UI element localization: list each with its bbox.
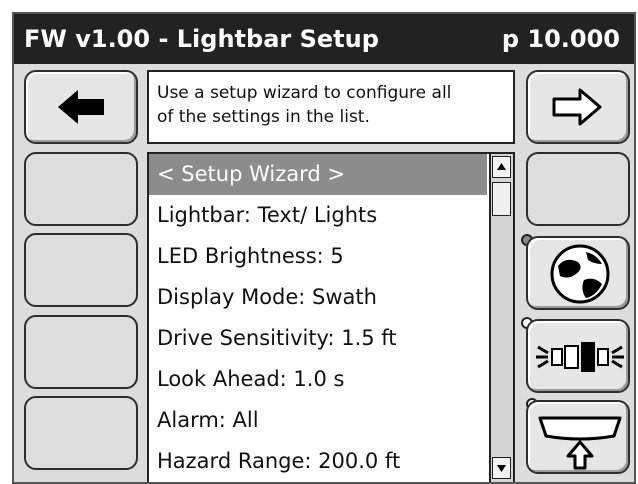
- triangle-up-icon: [497, 163, 506, 170]
- back-button[interactable]: [24, 70, 138, 144]
- list-item[interactable]: Display Mode: Swath: [149, 277, 487, 318]
- triangle-down-icon: [497, 465, 506, 472]
- page-number: p 10.000: [501, 25, 620, 53]
- page-title: FW v1.00 - Lightbar Setup: [24, 25, 379, 53]
- soft-key-left-4[interactable]: [24, 396, 138, 470]
- forward-button[interactable]: [526, 70, 630, 144]
- soft-key-left-2[interactable]: [24, 233, 138, 307]
- map-button[interactable]: [526, 236, 630, 310]
- soft-key-left-1[interactable]: [24, 152, 138, 226]
- upload-button[interactable]: [526, 400, 630, 474]
- list-item[interactable]: Look Ahead: 1.0 s: [149, 359, 487, 400]
- list-item[interactable]: LED Brightness: 5: [149, 236, 487, 277]
- soft-key-right-1[interactable]: [526, 152, 630, 226]
- list-item[interactable]: < Setup Wizard >: [149, 154, 487, 195]
- help-text: Use a setup wizard to configure all of t…: [147, 70, 515, 144]
- title-bar: FW v1.00 - Lightbar Setup p 10.000: [14, 14, 634, 64]
- list-item[interactable]: Lightbar: Text/ Lights: [149, 195, 487, 236]
- device-screen: FW v1.00 - Lightbar Setup p 10.000 Use a…: [12, 12, 636, 484]
- soft-key-left-3[interactable]: [24, 315, 138, 389]
- scroll-thumb[interactable]: [492, 182, 511, 216]
- list-item[interactable]: Alarm: All: [149, 400, 487, 441]
- scroll-up-button[interactable]: [492, 156, 511, 178]
- list-item[interactable]: Drive Sensitivity: 1.5 ft: [149, 318, 487, 359]
- settings-list[interactable]: < Setup Wizard > Lightbar: Text/ Lights …: [147, 152, 515, 482]
- scroll-down-button[interactable]: [492, 457, 511, 479]
- lightbar-button[interactable]: [526, 319, 630, 393]
- list-item[interactable]: Hazard Range: 200.0 ft: [149, 441, 487, 482]
- scrollbar[interactable]: [489, 154, 513, 482]
